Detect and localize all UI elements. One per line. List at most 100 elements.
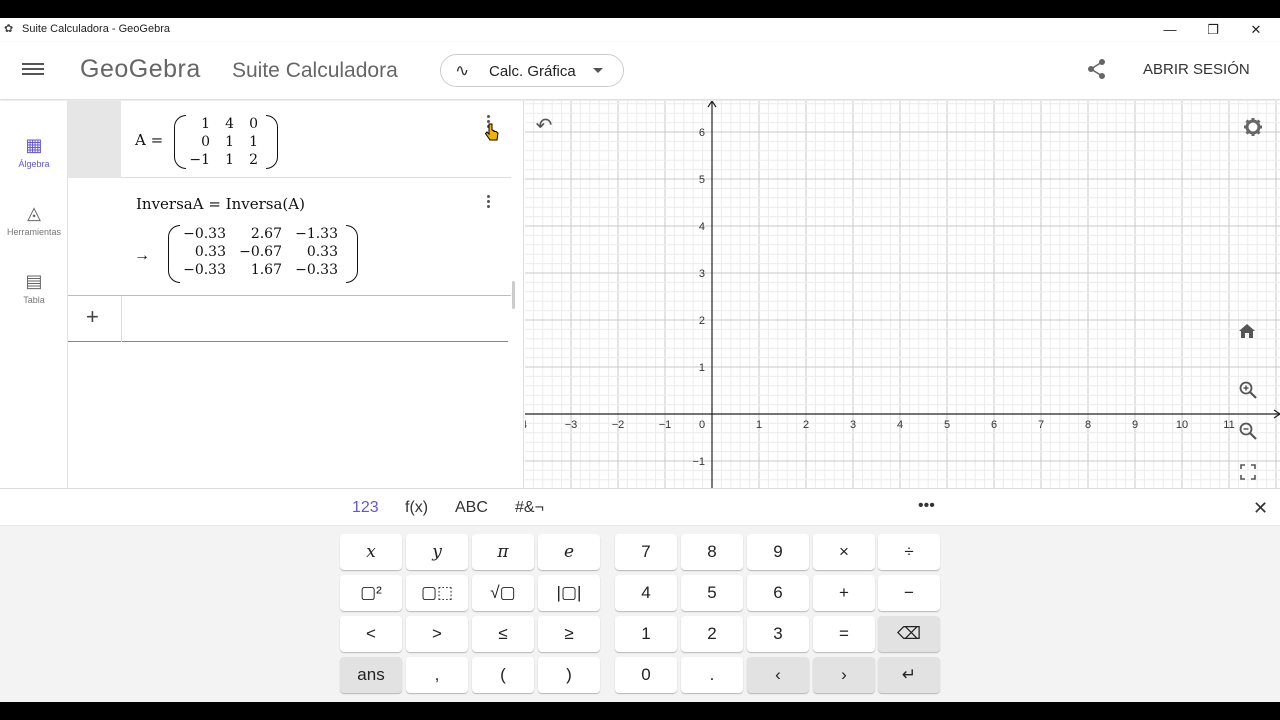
tab-functions[interactable]: f(x)	[405, 499, 428, 517]
comma-key[interactable]: ,	[406, 657, 468, 693]
x-tick-label: 5	[944, 419, 950, 431]
keyboard-tabs-bar: 123 f(x) ABC #&¬ ••• ✕	[0, 488, 1280, 526]
pi-key[interactable]: π	[472, 534, 534, 570]
matrix-cell: −0.33	[183, 226, 226, 242]
multiply-key[interactable]: ×	[813, 534, 875, 570]
y-tick-label: 6	[699, 127, 705, 139]
zero-key[interactable]: 0	[615, 657, 677, 693]
minimize-button[interactable]: —	[1150, 20, 1190, 40]
tab-symbols[interactable]: #&¬	[515, 499, 544, 517]
open-paren-key[interactable]: (	[472, 657, 534, 693]
x-tick-label: −1	[659, 419, 672, 431]
enter-key[interactable]: ↵	[878, 657, 940, 693]
less-key[interactable]: <	[340, 616, 402, 652]
sqrt-key[interactable]: √▢	[472, 575, 534, 611]
six-key[interactable]: 6	[747, 575, 809, 611]
y-tick-label: 4	[699, 221, 705, 233]
sidebar-item-tools[interactable]: ◬ Herramientas	[0, 203, 68, 237]
x-tick-label: 7	[1038, 419, 1044, 431]
backspace-key[interactable]: ⌫	[878, 616, 940, 652]
three-key[interactable]: 3	[747, 616, 809, 652]
close-window-button[interactable]: ✕	[1236, 20, 1276, 40]
matrix-cell: 1	[225, 152, 234, 168]
x-key[interactable]: x	[340, 534, 402, 570]
graph-canvas[interactable]: 4 −3 −2 −1 0 1 2 3 4 5 6 7 8 9 10 11 6 5 4 3 2 1 −1	[525, 101, 1280, 488]
row-marker[interactable]	[68, 101, 121, 178]
abs-key[interactable]: |▢|	[538, 575, 600, 611]
x-tick-label: −3	[565, 419, 578, 431]
seven-key[interactable]: 7	[615, 534, 677, 570]
x-tick-label: 1	[756, 419, 762, 431]
y-key[interactable]: y	[406, 534, 468, 570]
sidebar: ▦ Álgebra ◬ Herramientas ▤ Tabla	[0, 101, 68, 488]
nine-key[interactable]: 9	[747, 534, 809, 570]
less-equal-key[interactable]: ≤	[472, 616, 534, 652]
matrix-cell: −0.67	[239, 244, 282, 260]
algebra-row-matrix-a[interactable]: A = 1 4 0 0 1 1 −1 1 2	[68, 101, 511, 178]
login-button[interactable]: ABRIR SESIÓN	[1143, 61, 1250, 78]
close-keyboard-icon[interactable]: ✕	[1253, 498, 1268, 519]
matrix-cell: 1	[225, 134, 234, 150]
graphics-view[interactable]: 4 −3 −2 −1 0 1 2 3 4 5 6 7 8 9 10 11 6 5 4 3 2 1 −1 ↶	[525, 101, 1280, 488]
table-icon: ▤	[25, 271, 43, 291]
x-tick-label: 4	[897, 419, 903, 431]
more-options-icon[interactable]	[485, 193, 491, 210]
x-tick-label: 0	[699, 419, 705, 431]
left-arrow-key[interactable]: ‹	[747, 657, 809, 693]
algebra-row-inverse[interactable]: InversaA = Inversa(A) → −0.33 2.67 −1.33 0.…	[68, 179, 511, 296]
sidebar-item-table[interactable]: ▤ Tabla	[0, 271, 68, 305]
hand-cursor-icon	[484, 123, 499, 141]
minus-key[interactable]: −	[878, 575, 940, 611]
power-key[interactable]: ▢⬚	[406, 575, 468, 611]
app-header: GeoGebra Suite Calculadora ∿ Calc. Gráfi…	[0, 42, 1280, 100]
equals-key[interactable]: =	[813, 616, 875, 652]
matrix-a-name: A =	[135, 131, 164, 149]
matrix-cell: 0.33	[306, 244, 338, 260]
matrix-a: 1 4 0 0 1 1 −1 1 2	[174, 115, 278, 169]
calculator-selector-label: Calc. Gráfica	[489, 63, 576, 80]
home-icon[interactable]	[1238, 323, 1256, 339]
right-arrow-key[interactable]: ›	[813, 657, 875, 693]
settings-gear-icon[interactable]	[1243, 117, 1263, 137]
add-input-icon[interactable]: +	[86, 304, 99, 330]
greater-key[interactable]: >	[406, 616, 468, 652]
algebra-view: A = 1 4 0 0 1 1 −1 1 2 InversaA = Inversa(A) → −…	[68, 101, 524, 488]
share-icon[interactable]	[1086, 58, 1108, 80]
window-title: Suite Calculadora - GeoGebra	[22, 23, 170, 35]
calculator-selector[interactable]: ∿ Calc. Gráfica	[440, 54, 624, 87]
tab-numbers[interactable]: 123	[352, 499, 379, 517]
two-key[interactable]: 2	[681, 616, 743, 652]
restore-button[interactable]: ❐	[1193, 20, 1233, 40]
zoom-in-icon[interactable]	[1239, 381, 1257, 399]
close-paren-key[interactable]: )	[538, 657, 600, 693]
algebra-scrollbar[interactable]	[512, 281, 515, 309]
zoom-out-icon[interactable]	[1239, 422, 1257, 440]
ans-key[interactable]: ans	[340, 657, 402, 693]
matrix-cell: −1	[189, 152, 210, 168]
algebra-input-row[interactable]: +	[68, 296, 508, 342]
x-tick-label: 9	[1132, 419, 1138, 431]
eight-key[interactable]: 8	[681, 534, 743, 570]
app-name: Suite Calculadora	[232, 59, 398, 82]
more-keys-icon[interactable]: •••	[918, 497, 935, 515]
five-key[interactable]: 5	[681, 575, 743, 611]
square-key[interactable]: ▢²	[340, 575, 402, 611]
undo-icon[interactable]: ↶	[530, 112, 558, 140]
sidebar-item-label: Tabla	[23, 295, 45, 305]
x-tick-label: 10	[1176, 419, 1188, 431]
hamburger-menu-icon[interactable]	[22, 60, 44, 78]
calculator-icon: ▦	[25, 135, 43, 155]
plus-key[interactable]: +	[813, 575, 875, 611]
one-key[interactable]: 1	[615, 616, 677, 652]
tab-letters[interactable]: ABC	[455, 499, 488, 517]
matrix-cell: 2	[249, 152, 258, 168]
tools-icon: ◬	[27, 203, 41, 223]
e-key[interactable]: e	[538, 534, 600, 570]
sidebar-item-algebra[interactable]: ▦ Álgebra	[0, 135, 68, 169]
decimal-key[interactable]: .	[681, 657, 743, 693]
greater-equal-key[interactable]: ≥	[538, 616, 600, 652]
fullscreen-icon[interactable]	[1240, 464, 1256, 480]
matrix-cell: −1.33	[295, 226, 338, 242]
four-key[interactable]: 4	[615, 575, 677, 611]
divide-key[interactable]: ÷	[878, 534, 940, 570]
